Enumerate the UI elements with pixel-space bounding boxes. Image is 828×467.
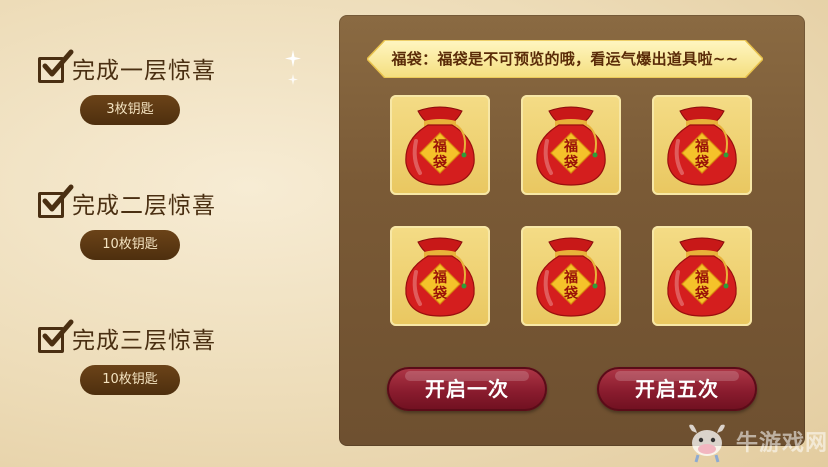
task-item-2: 完成二层惊喜 10枚钥匙 <box>38 184 298 277</box>
svg-text:福: 福 <box>432 138 447 155</box>
task-title: 完成二层惊喜 <box>72 192 216 218</box>
reward-badge: 3枚钥匙 <box>80 95 180 125</box>
task-item-3: 完成三层惊喜 10枚钥匙 <box>38 319 298 412</box>
task-title: 完成一层惊喜 <box>72 57 216 83</box>
site-watermark: 牛游戏网 <box>684 418 828 464</box>
lucky-bag-icon: 福袋 <box>405 106 475 186</box>
svg-text:袋: 袋 <box>694 285 710 302</box>
lucky-bag-icon: 福袋 <box>405 237 475 317</box>
lucky-bag-icon: 福袋 <box>536 237 606 317</box>
watermark-text: 牛游戏网 <box>736 431 828 456</box>
svg-text:福: 福 <box>694 138 709 155</box>
check-icon <box>38 319 74 353</box>
lucky-bag-icon: 福袋 <box>667 106 737 186</box>
svg-text:袋: 袋 <box>432 285 448 302</box>
lucky-bag-slot[interactable]: 福袋 <box>521 95 621 195</box>
svg-text:福: 福 <box>694 269 709 286</box>
task-title: 完成三层惊喜 <box>72 327 216 353</box>
lucky-bag-slot[interactable]: 福袋 <box>390 95 490 195</box>
tip-ribbon: 福袋：福袋是不可预览的哦，看运气爆出道具啦~~ <box>367 40 763 78</box>
lucky-bag-icon: 福袋 <box>536 106 606 186</box>
reward-badge: 10枚钥匙 <box>80 230 180 260</box>
open-once-button[interactable]: 开启一次 <box>387 367 547 411</box>
svg-text:福: 福 <box>563 138 578 155</box>
lucky-bag-slot[interactable]: 福袋 <box>390 226 490 326</box>
svg-text:福: 福 <box>432 269 447 286</box>
task-list: 完成一层惊喜 3枚钥匙 完成二层惊喜 10枚钥匙 完成三层惊喜 10枚钥匙 <box>0 0 330 467</box>
lucky-bag-slot[interactable]: 福袋 <box>652 226 752 326</box>
tip-text: 福袋：福袋是不可预览的哦，看运气爆出道具啦~~ <box>391 50 739 68</box>
bag-grid: 福袋 福袋 福袋 福袋 福袋 福袋 <box>390 95 754 327</box>
check-icon <box>38 49 74 83</box>
lucky-bag-slot[interactable]: 福袋 <box>521 226 621 326</box>
svg-text:袋: 袋 <box>432 154 448 171</box>
lucky-bag-slot[interactable]: 福袋 <box>652 95 752 195</box>
svg-text:福: 福 <box>563 269 578 286</box>
svg-text:袋: 袋 <box>563 285 579 302</box>
svg-text:袋: 袋 <box>694 154 710 171</box>
lucky-bag-icon: 福袋 <box>667 237 737 317</box>
cow-mascot-icon <box>689 424 725 463</box>
open-five-button[interactable]: 开启五次 <box>597 367 757 411</box>
lucky-bag-panel: 福袋：福袋是不可预览的哦，看运气爆出道具啦~~ 福袋 福袋 福袋 福袋 福袋 福… <box>339 15 805 446</box>
reward-badge: 10枚钥匙 <box>80 365 180 395</box>
task-item-1: 完成一层惊喜 3枚钥匙 <box>38 49 298 142</box>
svg-text:袋: 袋 <box>563 154 579 171</box>
check-icon <box>38 184 74 218</box>
